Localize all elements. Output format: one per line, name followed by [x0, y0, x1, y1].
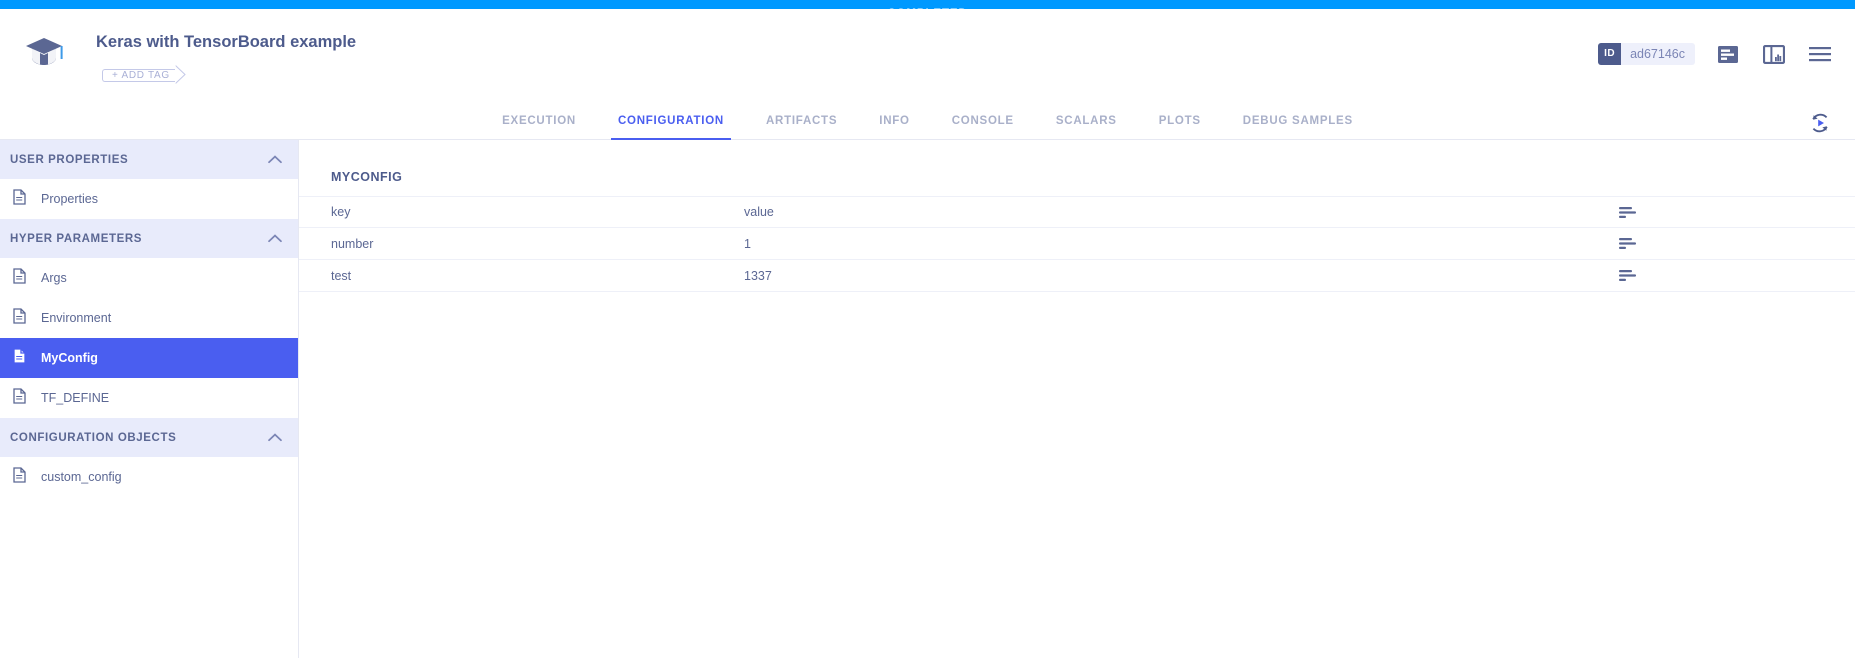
sidebar-section-hyper-parameters[interactable]: HYPER PARAMETERS	[0, 219, 298, 258]
config-key: number	[331, 237, 744, 251]
row-options-icon[interactable]	[1619, 269, 1819, 282]
sidebar-item-label: custom_config	[41, 470, 122, 484]
tab-plots[interactable]: PLOTS	[1138, 104, 1222, 140]
sidebar-section-user-properties[interactable]: USER PROPERTIES	[0, 140, 298, 179]
config-value: 1	[744, 237, 1619, 251]
sidebar-section-title: HYPER PARAMETERS	[10, 233, 268, 245]
tab-info[interactable]: INFO	[858, 104, 930, 140]
add-tag-label: + ADD TAG	[102, 69, 176, 82]
task-id-label: ID	[1598, 43, 1621, 65]
sidebar-item-label: Properties	[41, 192, 98, 206]
tab-console[interactable]: CONSOLE	[931, 104, 1035, 140]
task-id-value: ad67146c	[1621, 43, 1695, 65]
chevron-up-icon	[268, 151, 282, 169]
table-row: test 1337	[299, 260, 1855, 292]
column-header-key: key	[331, 205, 744, 219]
log-view-icon[interactable]	[1715, 42, 1741, 66]
column-header-value: value	[744, 205, 1619, 219]
plot-view-icon[interactable]	[1761, 42, 1787, 66]
graduation-cap-icon	[24, 35, 64, 74]
sidebar-section-title: CONFIGURATION OBJECTS	[10, 432, 268, 444]
sidebar-item-myconfig[interactable]: MyConfig	[0, 338, 298, 378]
auto-refresh-icon[interactable]	[1807, 110, 1833, 136]
tab-scalars[interactable]: SCALARS	[1035, 104, 1138, 140]
add-tag-button[interactable]: + ADD TAG	[102, 65, 176, 84]
sidebar-section-configuration-objects[interactable]: CONFIGURATION OBJECTS	[0, 418, 298, 457]
header-title-block: Keras with TensorBoard example + ADD TAG	[96, 31, 356, 84]
document-icon	[13, 189, 26, 210]
configuration-panel: MYCONFIG key value number 1	[299, 140, 1855, 658]
chevron-up-icon	[268, 429, 282, 447]
sidebar-item-args[interactable]: Args	[0, 258, 298, 298]
panel-title: MYCONFIG	[331, 170, 1855, 184]
tab-execution[interactable]: EXECUTION	[481, 104, 597, 140]
table-row: number 1	[299, 228, 1855, 260]
sidebar-item-environment[interactable]: Environment	[0, 298, 298, 338]
document-icon	[13, 348, 26, 369]
document-icon	[13, 467, 26, 488]
sidebar-item-tf-define[interactable]: TF_DEFINE	[0, 378, 298, 418]
header-left-group: Keras with TensorBoard example + ADD TAG	[24, 31, 356, 84]
config-key: test	[331, 269, 744, 283]
sidebar-item-label: Environment	[41, 311, 111, 325]
configuration-sidebar: USER PROPERTIES Properties HYPER PARAMET…	[0, 140, 299, 658]
task-id-chip[interactable]: ID ad67146c	[1598, 43, 1695, 65]
header-right-group: ID ad67146c	[1598, 42, 1833, 66]
page-header: Keras with TensorBoard example + ADD TAG…	[0, 9, 1855, 104]
sidebar-item-label: TF_DEFINE	[41, 391, 109, 405]
sidebar-item-label: Args	[41, 271, 67, 285]
tab-bar: EXECUTION CONFIGURATION ARTIFACTS INFO C…	[0, 104, 1855, 140]
hamburger-menu-icon[interactable]	[1807, 42, 1833, 66]
page-title: Keras with TensorBoard example	[96, 31, 356, 53]
document-icon	[13, 388, 26, 409]
tab-debug-samples[interactable]: DEBUG SAMPLES	[1222, 104, 1374, 140]
config-value: 1337	[744, 269, 1619, 283]
sidebar-section-title: USER PROPERTIES	[10, 154, 268, 166]
document-icon	[13, 268, 26, 289]
row-options-icon[interactable]	[1619, 237, 1819, 250]
page-body: USER PROPERTIES Properties HYPER PARAMET…	[0, 140, 1855, 658]
table-header-row: key value	[299, 196, 1855, 228]
chevron-up-icon	[268, 230, 282, 248]
top-accent-bar: COMPLETED	[0, 0, 1855, 9]
tab-artifacts[interactable]: ARTIFACTS	[745, 104, 858, 140]
add-tag-arrow-icon	[175, 65, 186, 84]
sidebar-item-custom-config[interactable]: custom_config	[0, 457, 298, 497]
sidebar-item-properties[interactable]: Properties	[0, 179, 298, 219]
column-sort-icon[interactable]	[1619, 206, 1819, 219]
document-icon	[13, 308, 26, 329]
tab-configuration[interactable]: CONFIGURATION	[597, 104, 745, 140]
config-table: key value number 1	[299, 196, 1855, 292]
tab-list: EXECUTION CONFIGURATION ARTIFACTS INFO C…	[0, 104, 1855, 140]
sidebar-item-label: MyConfig	[41, 351, 98, 365]
